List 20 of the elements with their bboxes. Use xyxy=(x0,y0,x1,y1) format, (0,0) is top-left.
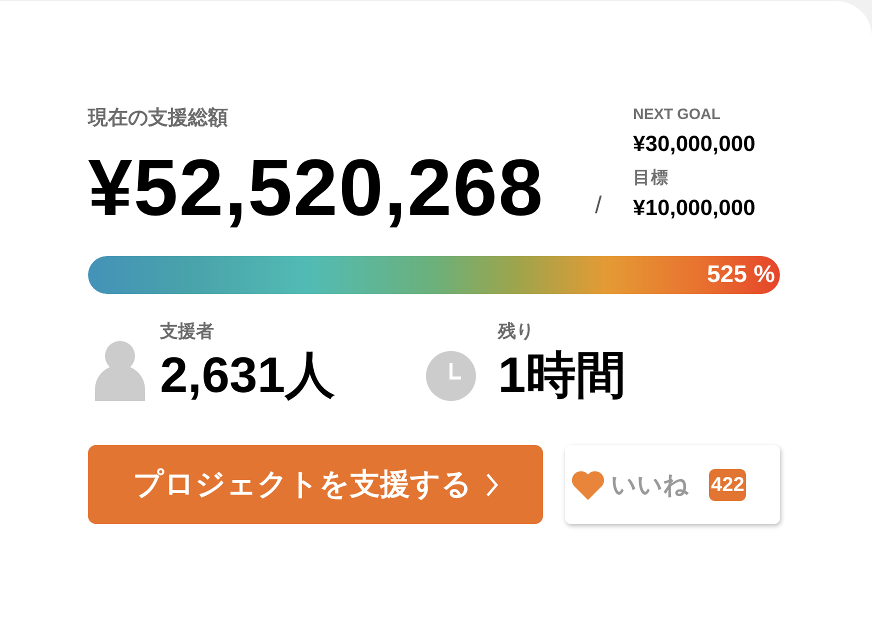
goal-label: NEXT GOAL xyxy=(633,105,722,125)
chevron-right-icon xyxy=(486,472,498,496)
goal-amount: ¥30,000,000 xyxy=(633,130,756,158)
separator-slash: / xyxy=(595,192,603,220)
total-amount: ¥52,520,268 xyxy=(88,145,545,231)
stat-label: 支援者 xyxy=(160,320,215,343)
stat-value: 1時間 xyxy=(498,346,626,405)
heart-icon xyxy=(571,470,605,500)
goal-label: 目標 xyxy=(633,167,670,189)
clock-icon xyxy=(426,351,476,401)
total-label: 現在の支援総額 xyxy=(88,106,229,131)
like-count: 422 xyxy=(709,468,746,500)
support-button[interactable]: プロジェクトを支援する xyxy=(88,445,543,524)
like-button[interactable]: いいね 422 xyxy=(565,445,780,524)
progress-percent: 525 % xyxy=(706,261,775,289)
person-icon xyxy=(95,341,145,401)
like-label: いいね xyxy=(611,470,689,501)
goal-amount: ¥10,000,000 xyxy=(633,194,756,222)
stat-label: 残り xyxy=(498,320,535,343)
stat-value: 2,631人 xyxy=(160,346,336,405)
